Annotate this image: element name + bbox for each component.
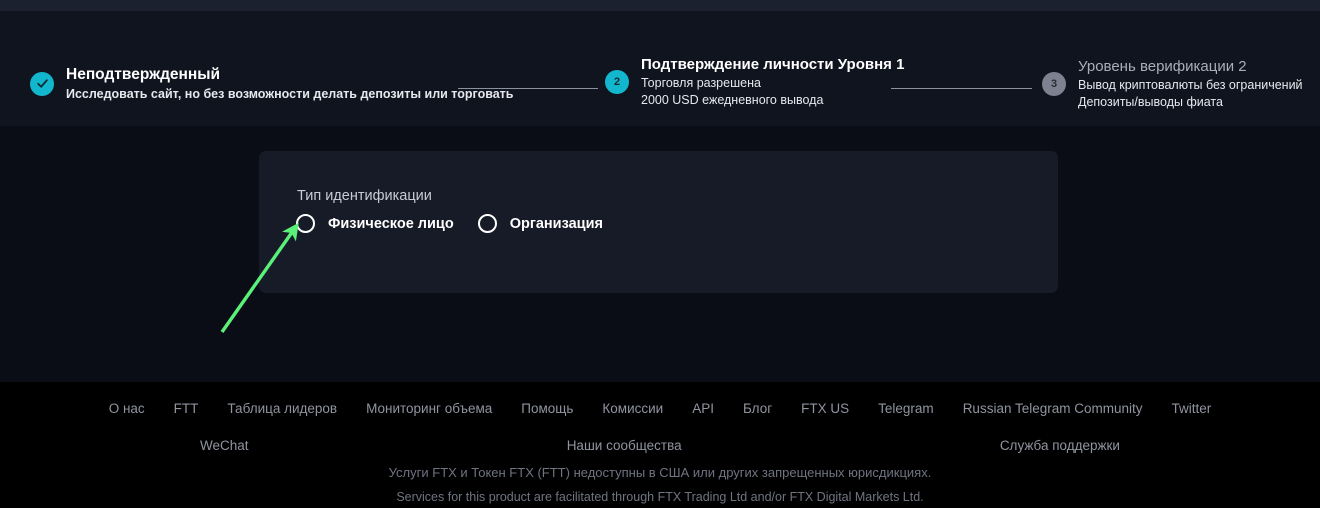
footer-disclaimer: Услуги FTX и Токен FTX (FTT) недоступны … xyxy=(0,465,1320,504)
main-content: Тип идентификации Физическое лицо Органи… xyxy=(0,126,1320,382)
stepper-step-subline: Исследовать сайт, но без возможности дел… xyxy=(66,86,514,101)
radio-circle-icon[interactable] xyxy=(296,214,315,233)
stepper-step-level-1[interactable]: 2 Подтверждение личности Уровня 1 Торгов… xyxy=(605,55,904,108)
footer-link-telegram[interactable]: Telegram xyxy=(878,401,934,416)
footer-disclaimer-en: Services for this product are facilitate… xyxy=(396,490,924,504)
identification-type-card: Тип идентификации Физическое лицо Органи… xyxy=(259,151,1058,293)
footer-link-twitter[interactable]: Twitter xyxy=(1172,401,1212,416)
stepper-step-subline: Торговля разрешена xyxy=(641,75,761,90)
stepper-step-title: Уровень верификации 2 xyxy=(1078,58,1247,75)
footer-link-wechat[interactable]: WeChat xyxy=(200,438,249,453)
stepper-step-title: Неподтвержденный xyxy=(66,66,221,83)
stepper-step-subline: Вывод криптовалюты без ограничений xyxy=(1078,77,1303,92)
footer-link-leaderboard[interactable]: Таблица лидеров xyxy=(227,401,337,416)
footer-link-fees[interactable]: Комиссии xyxy=(602,401,663,416)
footer-link-api[interactable]: API xyxy=(692,401,714,416)
site-footer: О нас FTT Таблица лидеров Мониторинг объ… xyxy=(0,382,1320,508)
footer-link-ftt[interactable]: FTT xyxy=(174,401,199,416)
footer-link-volume-monitor[interactable]: Мониторинг объема xyxy=(366,401,492,416)
identification-type-label: Тип идентификации xyxy=(297,188,432,204)
stepper-connector-2 xyxy=(891,88,1032,89)
radio-option-individual[interactable]: Физическое лицо xyxy=(296,214,454,233)
footer-link-row: О нас FTT Таблица лидеров Мониторинг объ… xyxy=(0,401,1320,416)
stepper-step-subline: Депозиты/выводы фиата xyxy=(1078,94,1223,109)
browser-top-strip xyxy=(0,0,1320,11)
footer-column-row: WeChat Наши сообщества Служба поддержки xyxy=(200,438,1120,453)
radio-option-label: Физическое лицо xyxy=(328,215,454,232)
verification-stepper: Неподтвержденный Исследовать сайт, но бе… xyxy=(0,11,1320,126)
stepper-step-text: Неподтвержденный Исследовать сайт, но бе… xyxy=(66,65,513,102)
footer-link-ftx-us[interactable]: FTX US xyxy=(801,401,849,416)
radio-option-label: Организация xyxy=(509,215,603,232)
stepper-step-title: Подтверждение личности Уровня 1 xyxy=(641,56,905,73)
footer-link-blog[interactable]: Блог xyxy=(743,401,772,416)
footer-link-support[interactable]: Служба поддержки xyxy=(1000,438,1120,453)
step-number-badge: 2 xyxy=(605,69,629,94)
footer-link-russian-telegram-community[interactable]: Russian Telegram Community xyxy=(963,401,1143,416)
radio-circle-icon[interactable] xyxy=(477,214,497,233)
stepper-step-level-2[interactable]: 3 Уровень верификации 2 Вывод криптовалю… xyxy=(1042,57,1303,110)
footer-link-communities[interactable]: Наши сообщества xyxy=(567,438,682,453)
footer-link-help[interactable]: Помощь xyxy=(521,401,573,416)
stepper-step-text: Подтверждение личности Уровня 1 Торговля… xyxy=(641,55,904,108)
identification-type-radio-group[interactable]: Физическое лицо Организация xyxy=(296,214,627,233)
stepper-step-subline: 2000 USD ежедневного вывода xyxy=(641,92,824,107)
stepper-step-unverified[interactable]: Неподтвержденный Исследовать сайт, но бе… xyxy=(30,65,513,102)
footer-link-about[interactable]: О нас xyxy=(109,401,145,416)
stepper-step-text: Уровень верификации 2 Вывод криптовалюты… xyxy=(1078,57,1303,110)
check-icon xyxy=(30,71,54,96)
step-number-badge: 3 xyxy=(1042,71,1066,96)
footer-disclaimer-ru: Услуги FTX и Токен FTX (FTT) недоступны … xyxy=(388,465,932,480)
radio-option-organization[interactable]: Организация xyxy=(477,214,603,233)
